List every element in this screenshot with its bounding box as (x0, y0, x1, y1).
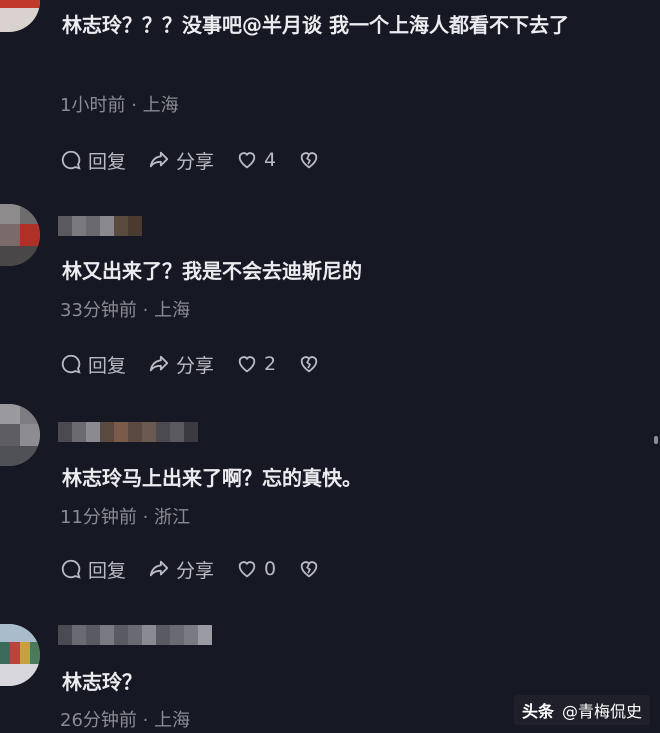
reply-label: 回复 (88, 150, 127, 173)
comment-icon (61, 559, 81, 579)
comment-actions: 回复 分享 2 (60, 351, 342, 377)
broken-heart-icon (300, 152, 318, 169)
like-count: 0 (264, 558, 277, 580)
comment-time: 1小时前 (60, 95, 126, 116)
comment-icon (61, 150, 81, 170)
comment-time: 26分钟前 (60, 710, 137, 731)
watermark-brand: 头条 (521, 702, 554, 721)
meta-separator: · (131, 95, 137, 116)
share-button[interactable]: 分享 (148, 147, 214, 174)
reply-label: 回复 (88, 559, 127, 582)
share-icon (149, 355, 169, 372)
commenter-avatar[interactable] (0, 0, 40, 32)
like-button[interactable]: 0 (236, 558, 276, 580)
dislike-button[interactable] (298, 149, 320, 171)
reply-button[interactable]: 回复 (60, 351, 126, 378)
broken-heart-icon (300, 356, 318, 373)
dislike-button[interactable] (298, 558, 320, 580)
share-button[interactable]: 分享 (148, 351, 214, 378)
share-icon (149, 151, 169, 168)
like-button[interactable]: 2 (236, 353, 276, 375)
share-icon (149, 560, 169, 577)
commenter-avatar[interactable] (0, 404, 40, 466)
comment-text: 林又出来了？我是不会去迪斯尼的 (62, 259, 362, 283)
commenter-avatar[interactable] (0, 204, 40, 266)
reply-button[interactable]: 回复 (60, 147, 126, 174)
meta-separator: · (142, 300, 149, 321)
share-button[interactable]: 分享 (148, 556, 214, 583)
comment-icon (61, 354, 81, 374)
watermark-account: @青梅侃史 (561, 702, 642, 721)
comment-meta: 11分钟前 · 浙江 (60, 506, 190, 530)
watermark: 头条 @青梅侃史 (513, 695, 650, 725)
heart-icon (238, 561, 256, 578)
share-label: 分享 (176, 559, 215, 582)
reply-label: 回复 (88, 354, 127, 377)
comment-text: 林志玲？ (62, 670, 142, 694)
blurred-username (58, 625, 212, 645)
comment-time: 11分钟前 (60, 507, 137, 528)
comment-location: 上海 (154, 710, 191, 731)
comment-location: 上海 (154, 300, 191, 321)
comment-text: 林志玲？？？没事吧@半月谈 我一个上海人都看不下去了 (62, 13, 569, 37)
like-count: 2 (264, 353, 277, 375)
scrollbar-indicator[interactable] (654, 436, 658, 444)
comment-location: 浙江 (154, 507, 191, 528)
comment-meta: 33分钟前 · 上海 (60, 299, 190, 323)
share-label: 分享 (176, 354, 215, 377)
comment-actions: 回复 分享 0 (60, 556, 342, 582)
comment-meta: 26分钟前 · 上海 (60, 709, 190, 733)
like-button[interactable]: 4 (236, 149, 276, 171)
meta-separator: · (142, 507, 149, 528)
dislike-button[interactable] (298, 353, 320, 375)
comment-actions: 回复 分享 4 (60, 147, 342, 173)
heart-icon (238, 356, 256, 373)
comment-text: 林志玲马上出来了啊？忘的真快。 (62, 466, 362, 490)
blurred-username (58, 216, 142, 236)
comment-time: 33分钟前 (60, 300, 137, 321)
reply-button[interactable]: 回复 (60, 556, 126, 583)
meta-separator: · (142, 710, 149, 731)
heart-icon (238, 152, 256, 169)
comment-location: 上海 (142, 95, 179, 116)
comment-meta: 1小时前 · 上海 (60, 94, 179, 118)
broken-heart-icon (300, 561, 318, 578)
like-count: 4 (264, 149, 277, 171)
commenter-avatar[interactable] (0, 624, 40, 686)
share-label: 分享 (176, 150, 215, 173)
blurred-username (58, 422, 198, 442)
